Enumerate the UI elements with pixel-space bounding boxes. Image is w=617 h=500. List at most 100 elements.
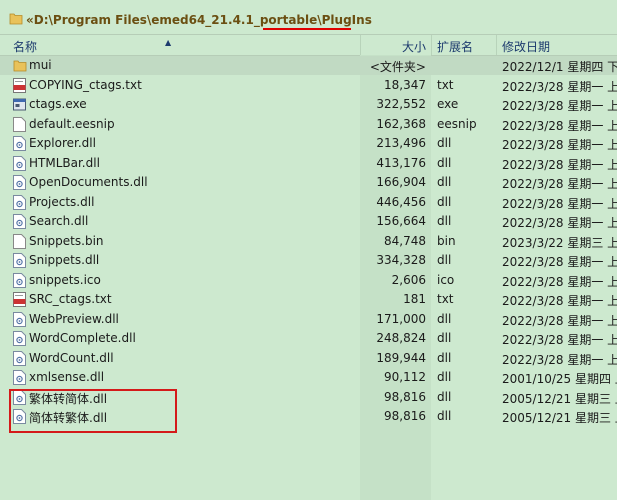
column-divider[interactable] [360,35,361,55]
file-row[interactable]: default.eesnip 162,368 eesnip 2022/3/28 星期一… [0,115,617,134]
dll-icon [13,253,26,268]
file-size: 98,816 [384,389,426,404]
file-size: 90,112 [384,370,426,384]
file-row[interactable]: ctags.exe 322,552 exe 2022/3/28 星期一 上午 [0,95,617,114]
file-size: 248,824 [376,331,426,345]
file-row[interactable]: SRC_ctags.txt 181 txt 2022/3/28 星期一 上午 [0,290,617,309]
file-name[interactable]: HTMLBar.dll [29,156,100,170]
file-row[interactable]: Projects.dll 446,456 dll 2022/3/28 星期一 上午 [0,193,617,212]
sort-up-icon: ▲ [165,38,172,47]
file-type: eesnip [437,116,477,131]
file-row[interactable]: mui <文件夹> 2022/12/1 星期四 下午 [0,56,617,75]
folder-icon [9,13,23,25]
file-type: txt [437,77,454,92]
highlight-box [9,389,177,433]
file-row[interactable]: COPYING_ctags.txt 18,347 txt 2022/3/28 星期一 … [0,76,617,95]
file-type: dll [437,253,452,267]
file-name[interactable]: Search.dll [29,214,88,228]
address-path[interactable]: «D:\Program Files\emed64_21.4.1_portable… [26,13,372,27]
column-size[interactable]: 大小 [402,38,426,55]
file-icon [13,233,26,249]
file-name[interactable]: SRC_ctags.txt [29,292,112,306]
file-modified: 2005/12/21 星期三 上午 [502,391,617,406]
file-type: exe [437,97,459,111]
file-type: dll [437,155,452,170]
file-modified: 2022/12/1 星期四 下午 [502,60,617,74]
file-modified: 2001/10/25 星期四 上午 [502,372,617,386]
file-row[interactable]: WordComplete.dll 248,824 dll 2022/3/28 星期一 … [0,329,617,348]
file-name[interactable]: COPYING_ctags.txt [29,78,142,92]
file-name[interactable]: Snippets.bin [29,234,104,248]
file-name[interactable]: OpenDocuments.dll [29,175,148,189]
file-modified: 2022/3/28 星期一 上午 [502,313,617,328]
column-modified[interactable]: 修改日期 [502,38,550,55]
dll-icon [13,155,26,171]
highlight-underline [263,28,351,30]
column-type[interactable]: 扩展名 [437,38,473,55]
file-modified: 2022/3/28 星期一 上午 [502,255,617,269]
column-divider[interactable] [431,35,432,55]
file-modified: 2022/3/28 星期一 上午 [502,216,617,230]
file-type: dll [437,409,452,423]
file-name[interactable]: WordCount.dll [29,351,114,365]
file-row[interactable]: Snippets.dll 334,328 dll 2022/3/28 星期一 上午 [0,251,617,270]
file-modified: 2022/3/28 星期一 上午 [502,79,617,94]
file-size: 446,456 [376,194,426,209]
column-header: 名称 ▲ 大小 扩展名 修改日期 [0,34,617,56]
dll-icon [13,331,26,346]
file-row[interactable]: OpenDocuments.dll 166,904 dll 2022/3/28 星期一… [0,173,617,192]
file-name[interactable]: snippets.ico [29,273,101,287]
file-type: dll [437,389,452,404]
file-row[interactable]: xmlsense.dll 90,112 dll 2001/10/25 星期四 上午 [0,368,617,387]
file-row[interactable]: snippets.ico 2,606 ico 2022/3/28 星期一 上午 [0,271,617,290]
file-name[interactable]: Explorer.dll [29,136,96,150]
file-name[interactable]: Projects.dll [29,195,94,209]
dll-icon [13,175,26,190]
dll-icon [13,311,26,327]
folder-icon [13,58,27,73]
file-modified: 2022/3/28 星期一 上午 [502,333,617,347]
file-size: 413,176 [376,155,426,170]
file-size: 84,748 [384,233,426,248]
address-path-tail[interactable]: PlugIns [322,13,372,27]
file-name[interactable]: Snippets.dll [29,253,99,267]
text-file-icon [13,292,26,307]
file-name[interactable]: ctags.exe [29,97,87,111]
file-modified: 2022/3/28 星期一 上午 [502,294,617,308]
file-name[interactable]: default.eesnip [29,117,115,131]
dll-icon [13,272,26,288]
file-modified: 2022/3/28 星期一 上午 [502,196,617,211]
column-divider[interactable] [496,35,497,55]
file-modified: 2005/12/21 星期三 上午 [502,411,617,425]
file-type: dll [437,311,452,326]
address-chevron[interactable]: « [26,13,34,27]
file-modified: 2022/3/28 星期一 上午 [502,138,617,152]
file-size: 162,368 [376,116,426,131]
file-size: 98,816 [384,409,426,423]
file-name[interactable]: WebPreview.dll [29,312,119,326]
dll-icon [13,194,26,210]
file-row[interactable]: HTMLBar.dll 413,176 dll 2022/3/28 星期一 上午 [0,154,617,173]
file-name[interactable]: WordComplete.dll [29,331,136,345]
file-size: 166,904 [376,175,426,189]
address-bar[interactable]: «D:\Program Files\emed64_21.4.1_portable… [0,0,617,34]
file-row[interactable]: Search.dll 156,664 dll 2022/3/28 星期一 上午 [0,212,617,231]
column-name[interactable]: 名称 [13,38,37,55]
file-row[interactable]: WebPreview.dll 171,000 dll 2022/3/28 星期一 上午 [0,310,617,329]
file-size: 334,328 [376,253,426,267]
file-icon [13,116,26,132]
file-size: <文件夹> [369,60,426,74]
file-size: 181 [403,292,426,306]
file-name[interactable]: mui [29,58,52,72]
file-type: dll [437,136,452,150]
file-modified: 2022/3/28 星期一 上午 [502,157,617,172]
file-row[interactable]: Snippets.bin 84,748 bin 2023/3/22 星期三 上午 [0,232,617,251]
file-row[interactable]: WordCount.dll 189,944 dll 2022/3/28 星期一 上午 [0,349,617,368]
file-modified: 2022/3/28 星期一 上午 [502,352,617,367]
file-name[interactable]: xmlsense.dll [29,370,104,384]
address-path-main[interactable]: D:\Program Files\emed64_21.4.1_portable\ [34,13,322,27]
file-modified: 2023/3/22 星期三 上午 [502,235,617,250]
file-size: 189,944 [376,350,426,365]
file-row[interactable]: Explorer.dll 213,496 dll 2022/3/28 星期一 上午 [0,134,617,153]
file-size: 171,000 [376,311,426,326]
